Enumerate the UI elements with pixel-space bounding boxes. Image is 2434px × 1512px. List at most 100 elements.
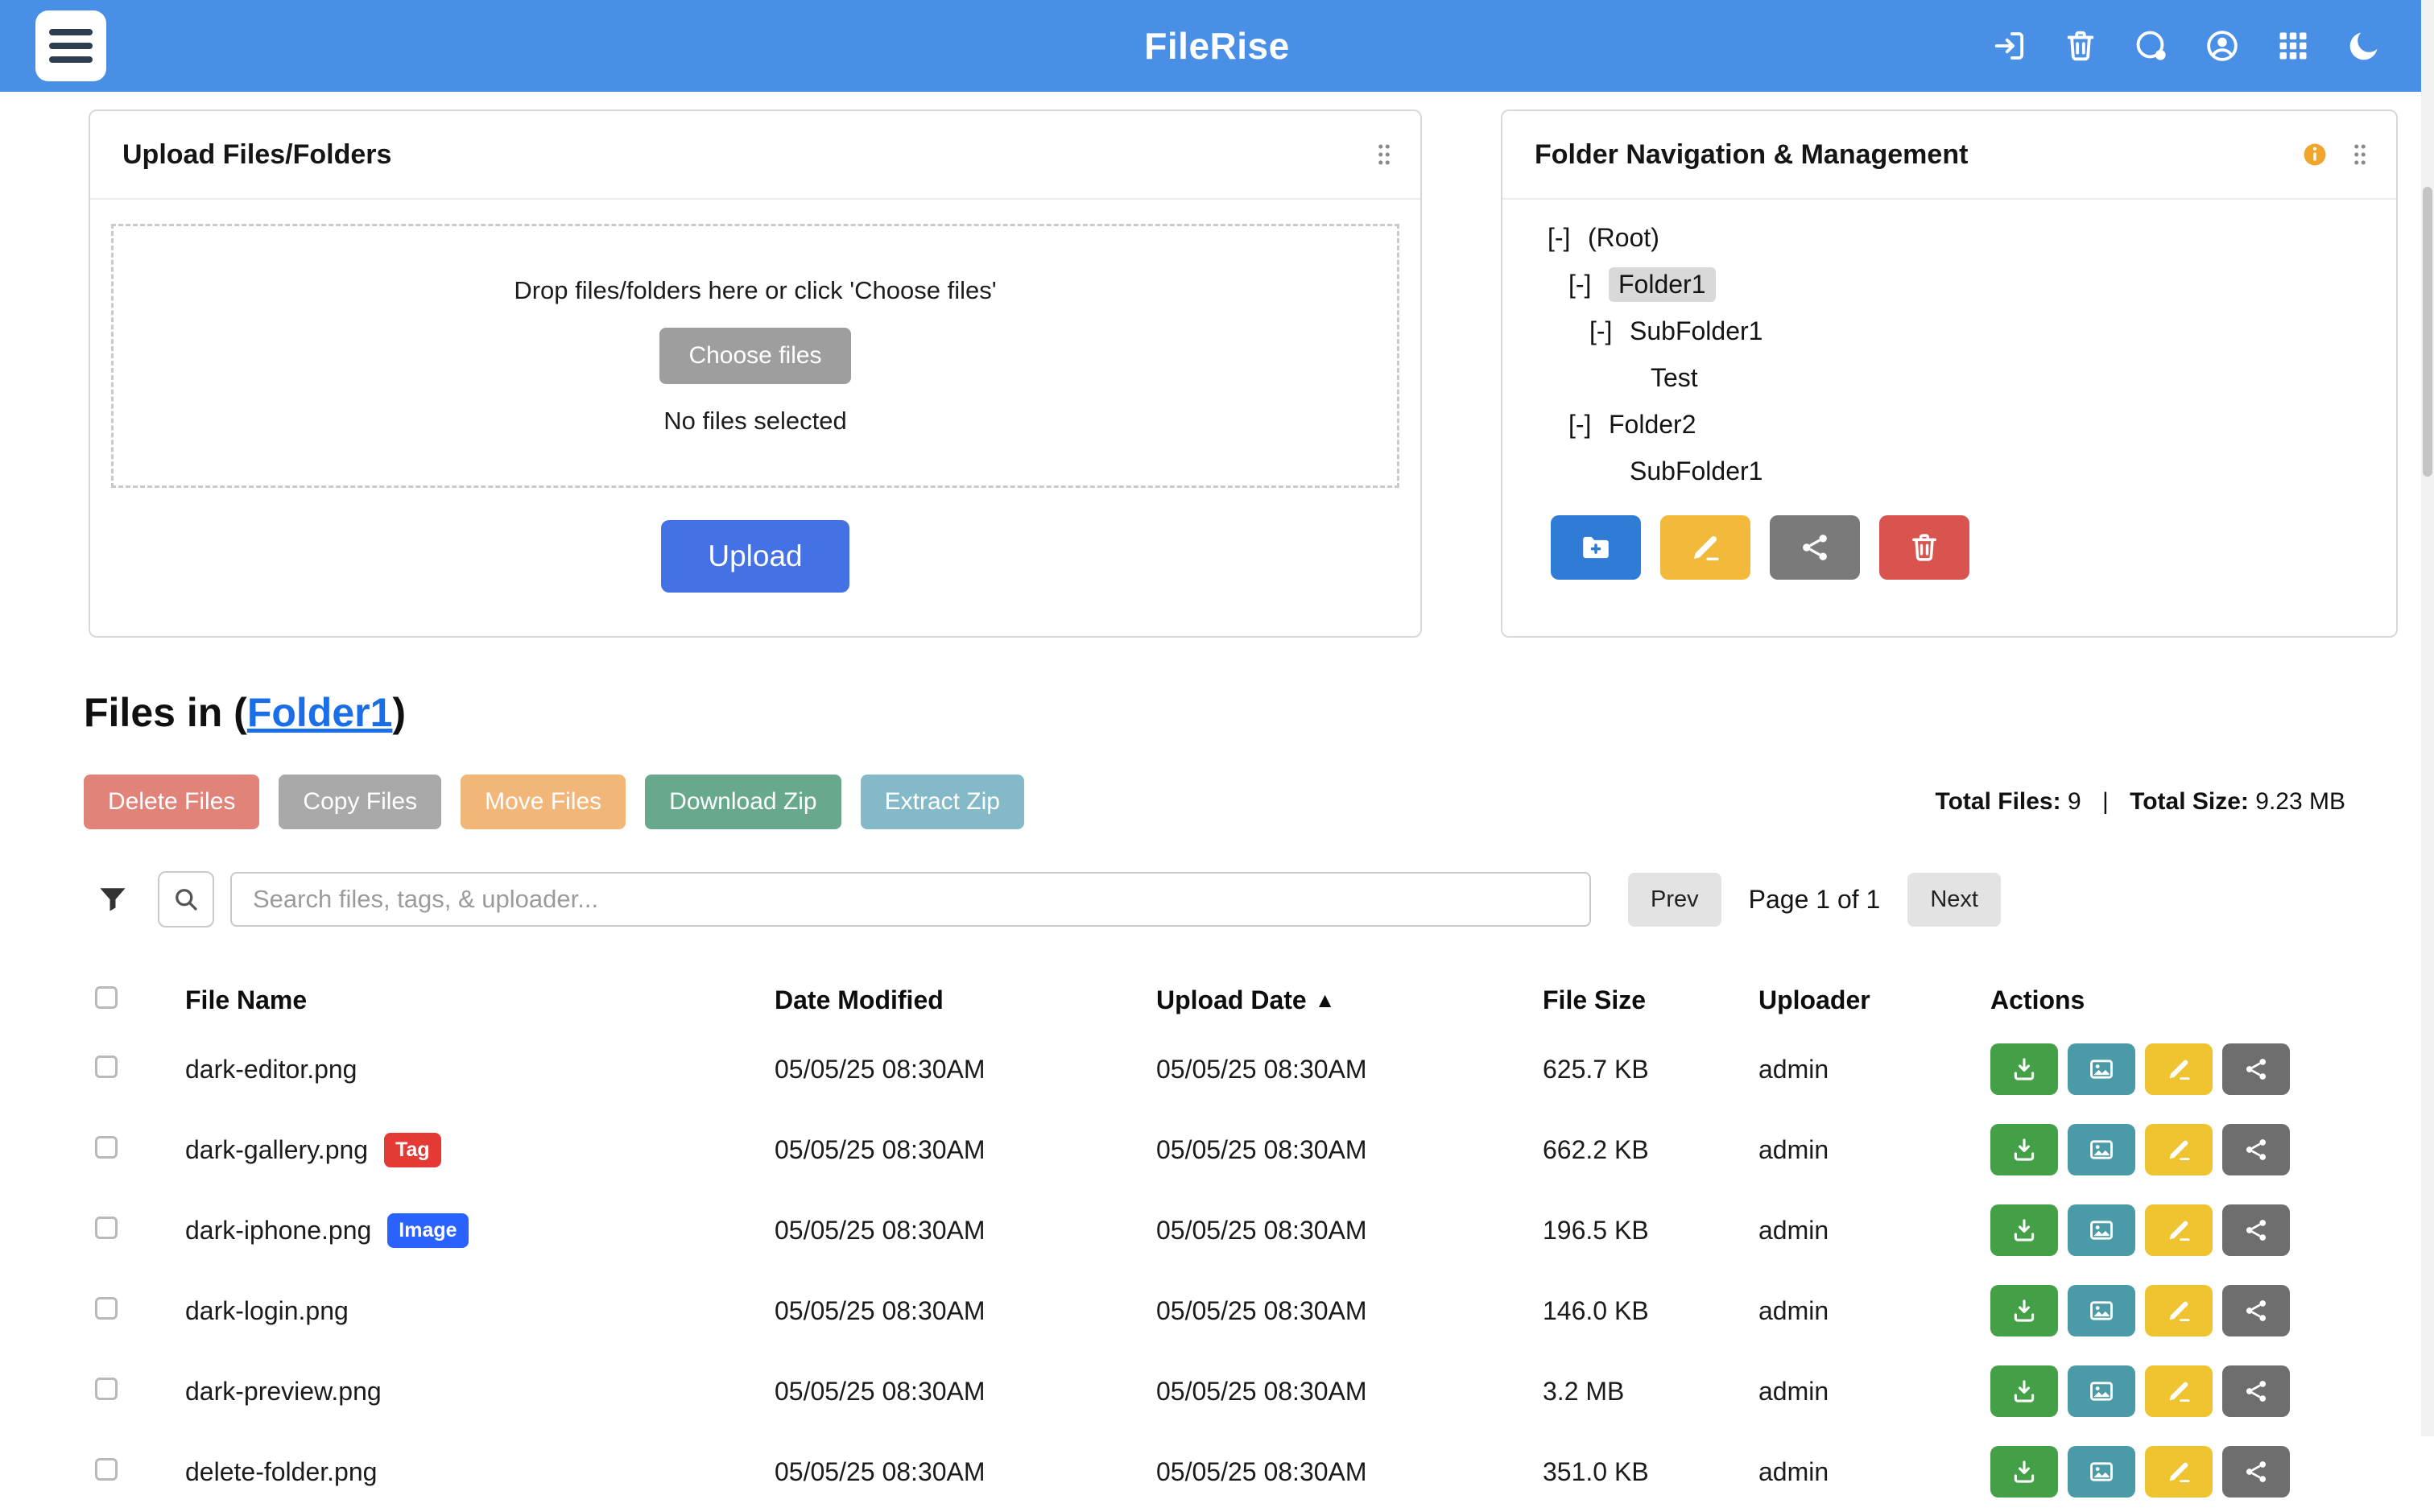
download-file-button[interactable]	[1990, 1124, 2058, 1175]
tree-item-folder1[interactable]: [-] Folder1	[1502, 261, 2396, 308]
preview-image-button[interactable]	[2068, 1204, 2135, 1256]
tree-label[interactable]: SubFolder1	[1630, 316, 1762, 346]
file-name[interactable]: delete-folder.png	[185, 1457, 377, 1487]
tree-label[interactable]: Test	[1651, 363, 1698, 393]
pencil-icon	[1688, 531, 1722, 564]
upload-button[interactable]: Upload	[661, 520, 849, 593]
tree-label[interactable]: Folder2	[1609, 410, 1696, 440]
file-uploaded: 05/05/25 08:30AM	[1156, 1457, 1543, 1487]
tree-toggle[interactable]: [-]	[1548, 223, 1588, 253]
rename-file-button[interactable]	[2145, 1446, 2213, 1498]
download-zip-button[interactable]: Download Zip	[645, 775, 841, 829]
tree-label[interactable]: (Root)	[1588, 223, 1659, 253]
rename-file-button[interactable]	[2145, 1124, 2213, 1175]
preview-image-button[interactable]	[2068, 1446, 2135, 1498]
row-checkbox[interactable]	[95, 1056, 118, 1078]
preview-image-button[interactable]	[2068, 1043, 2135, 1095]
preview-image-button[interactable]	[2068, 1124, 2135, 1175]
delete-folder-button[interactable]	[1879, 515, 1969, 580]
top-bar: FileRise	[0, 0, 2434, 92]
tree-label-selected[interactable]: Folder1	[1609, 267, 1716, 302]
share-file-button[interactable]	[2222, 1204, 2290, 1256]
table-row: dark-preview.png 05/05/25 08:30AM 05/05/…	[84, 1351, 2345, 1431]
search-button[interactable]	[158, 871, 214, 927]
prev-page-button[interactable]: Prev	[1628, 873, 1721, 927]
header-file-name[interactable]: File Name	[185, 985, 775, 1015]
file-name[interactable]: dark-login.png	[185, 1296, 349, 1326]
file-name[interactable]: dark-iphone.png	[185, 1216, 371, 1246]
create-folder-button[interactable]	[1551, 515, 1641, 580]
dark-mode-icon[interactable]	[2345, 27, 2382, 64]
drag-handle-icon[interactable]	[2346, 141, 2374, 168]
download-file-button[interactable]	[1990, 1365, 2058, 1417]
file-modified: 05/05/25 08:30AM	[775, 1377, 1156, 1407]
share-file-button[interactable]	[2222, 1446, 2290, 1498]
account-icon[interactable]	[2204, 27, 2241, 64]
trash-icon[interactable]	[2062, 27, 2099, 64]
share-folder-button[interactable]	[1770, 515, 1860, 580]
tree-item-subfolder1-2[interactable]: SubFolder1	[1502, 448, 2396, 494]
rename-folder-button[interactable]	[1660, 515, 1750, 580]
select-all-checkbox[interactable]	[95, 986, 118, 1009]
rename-file-button[interactable]	[2145, 1285, 2213, 1336]
share-file-button[interactable]	[2222, 1365, 2290, 1417]
share-file-button[interactable]	[2222, 1043, 2290, 1095]
pencil-icon	[2165, 1136, 2192, 1163]
download-file-button[interactable]	[1990, 1043, 2058, 1095]
search-input[interactable]	[230, 872, 1591, 927]
header-date-modified[interactable]: Date Modified	[775, 985, 1156, 1015]
preview-image-button[interactable]	[2068, 1365, 2135, 1417]
info-icon[interactable]	[2301, 141, 2329, 168]
download-file-button[interactable]	[1990, 1204, 2058, 1256]
file-modified: 05/05/25 08:30AM	[775, 1296, 1156, 1326]
tree-label[interactable]: SubFolder1	[1630, 456, 1762, 486]
file-name[interactable]: dark-gallery.png	[185, 1135, 368, 1165]
app-logo[interactable]	[35, 10, 106, 81]
page-indicator: Page 1 of 1	[1749, 885, 1881, 915]
row-checkbox[interactable]	[95, 1458, 118, 1481]
file-name[interactable]: dark-preview.png	[185, 1377, 382, 1407]
row-checkbox[interactable]	[95, 1378, 118, 1400]
filter-icon[interactable]	[95, 882, 130, 917]
row-checkbox[interactable]	[95, 1217, 118, 1239]
preview-image-button[interactable]	[2068, 1285, 2135, 1336]
file-uploaded: 05/05/25 08:30AM	[1156, 1135, 1543, 1165]
scrollbar-thumb[interactable]	[2423, 187, 2432, 477]
share-file-button[interactable]	[2222, 1285, 2290, 1336]
upload-dropzone[interactable]: Drop files/folders here or click 'Choose…	[111, 224, 1399, 488]
tree-toggle[interactable]: [-]	[1568, 270, 1609, 300]
tree-item-test[interactable]: Test	[1502, 354, 2396, 401]
disk-usage-icon[interactable]	[2133, 27, 2170, 64]
tree-item-root[interactable]: [-] (Root)	[1502, 214, 2396, 261]
share-file-button[interactable]	[2222, 1124, 2290, 1175]
download-file-button[interactable]	[1990, 1446, 2058, 1498]
extract-zip-button[interactable]: Extract Zip	[861, 775, 1024, 829]
row-checkbox[interactable]	[95, 1297, 118, 1320]
logout-icon[interactable]	[1991, 27, 2028, 64]
rename-file-button[interactable]	[2145, 1365, 2213, 1417]
sort-asc-icon: ▲	[1315, 988, 1336, 1012]
drag-handle-icon[interactable]	[1370, 141, 1398, 168]
download-file-button[interactable]	[1990, 1285, 2058, 1336]
delete-files-button[interactable]: Delete Files	[84, 775, 259, 829]
tree-item-folder2[interactable]: [-] Folder2	[1502, 401, 2396, 448]
row-checkbox[interactable]	[95, 1136, 118, 1159]
header-upload-date[interactable]: Upload Date▲	[1156, 985, 1543, 1015]
move-files-button[interactable]: Move Files	[461, 775, 626, 829]
copy-files-button[interactable]: Copy Files	[279, 775, 441, 829]
tree-toggle[interactable]: [-]	[1589, 316, 1630, 346]
tree-toggle[interactable]: [-]	[1568, 410, 1609, 440]
tree-item-subfolder1[interactable]: [-] SubFolder1	[1502, 308, 2396, 354]
header-file-size[interactable]: File Size	[1543, 985, 1758, 1015]
rename-file-button[interactable]	[2145, 1043, 2213, 1095]
file-name[interactable]: dark-editor.png	[185, 1055, 357, 1084]
current-folder-link[interactable]: Folder1	[247, 690, 393, 735]
file-uploaded: 05/05/25 08:30AM	[1156, 1377, 1543, 1407]
next-page-button[interactable]: Next	[1907, 873, 2001, 927]
header-uploader[interactable]: Uploader	[1758, 985, 1990, 1015]
scrollbar[interactable]	[2421, 0, 2434, 1436]
rename-file-button[interactable]	[2145, 1204, 2213, 1256]
file-uploader: admin	[1758, 1457, 1990, 1487]
apps-grid-icon[interactable]	[2275, 27, 2312, 64]
choose-files-button[interactable]: Choose files	[659, 328, 850, 384]
